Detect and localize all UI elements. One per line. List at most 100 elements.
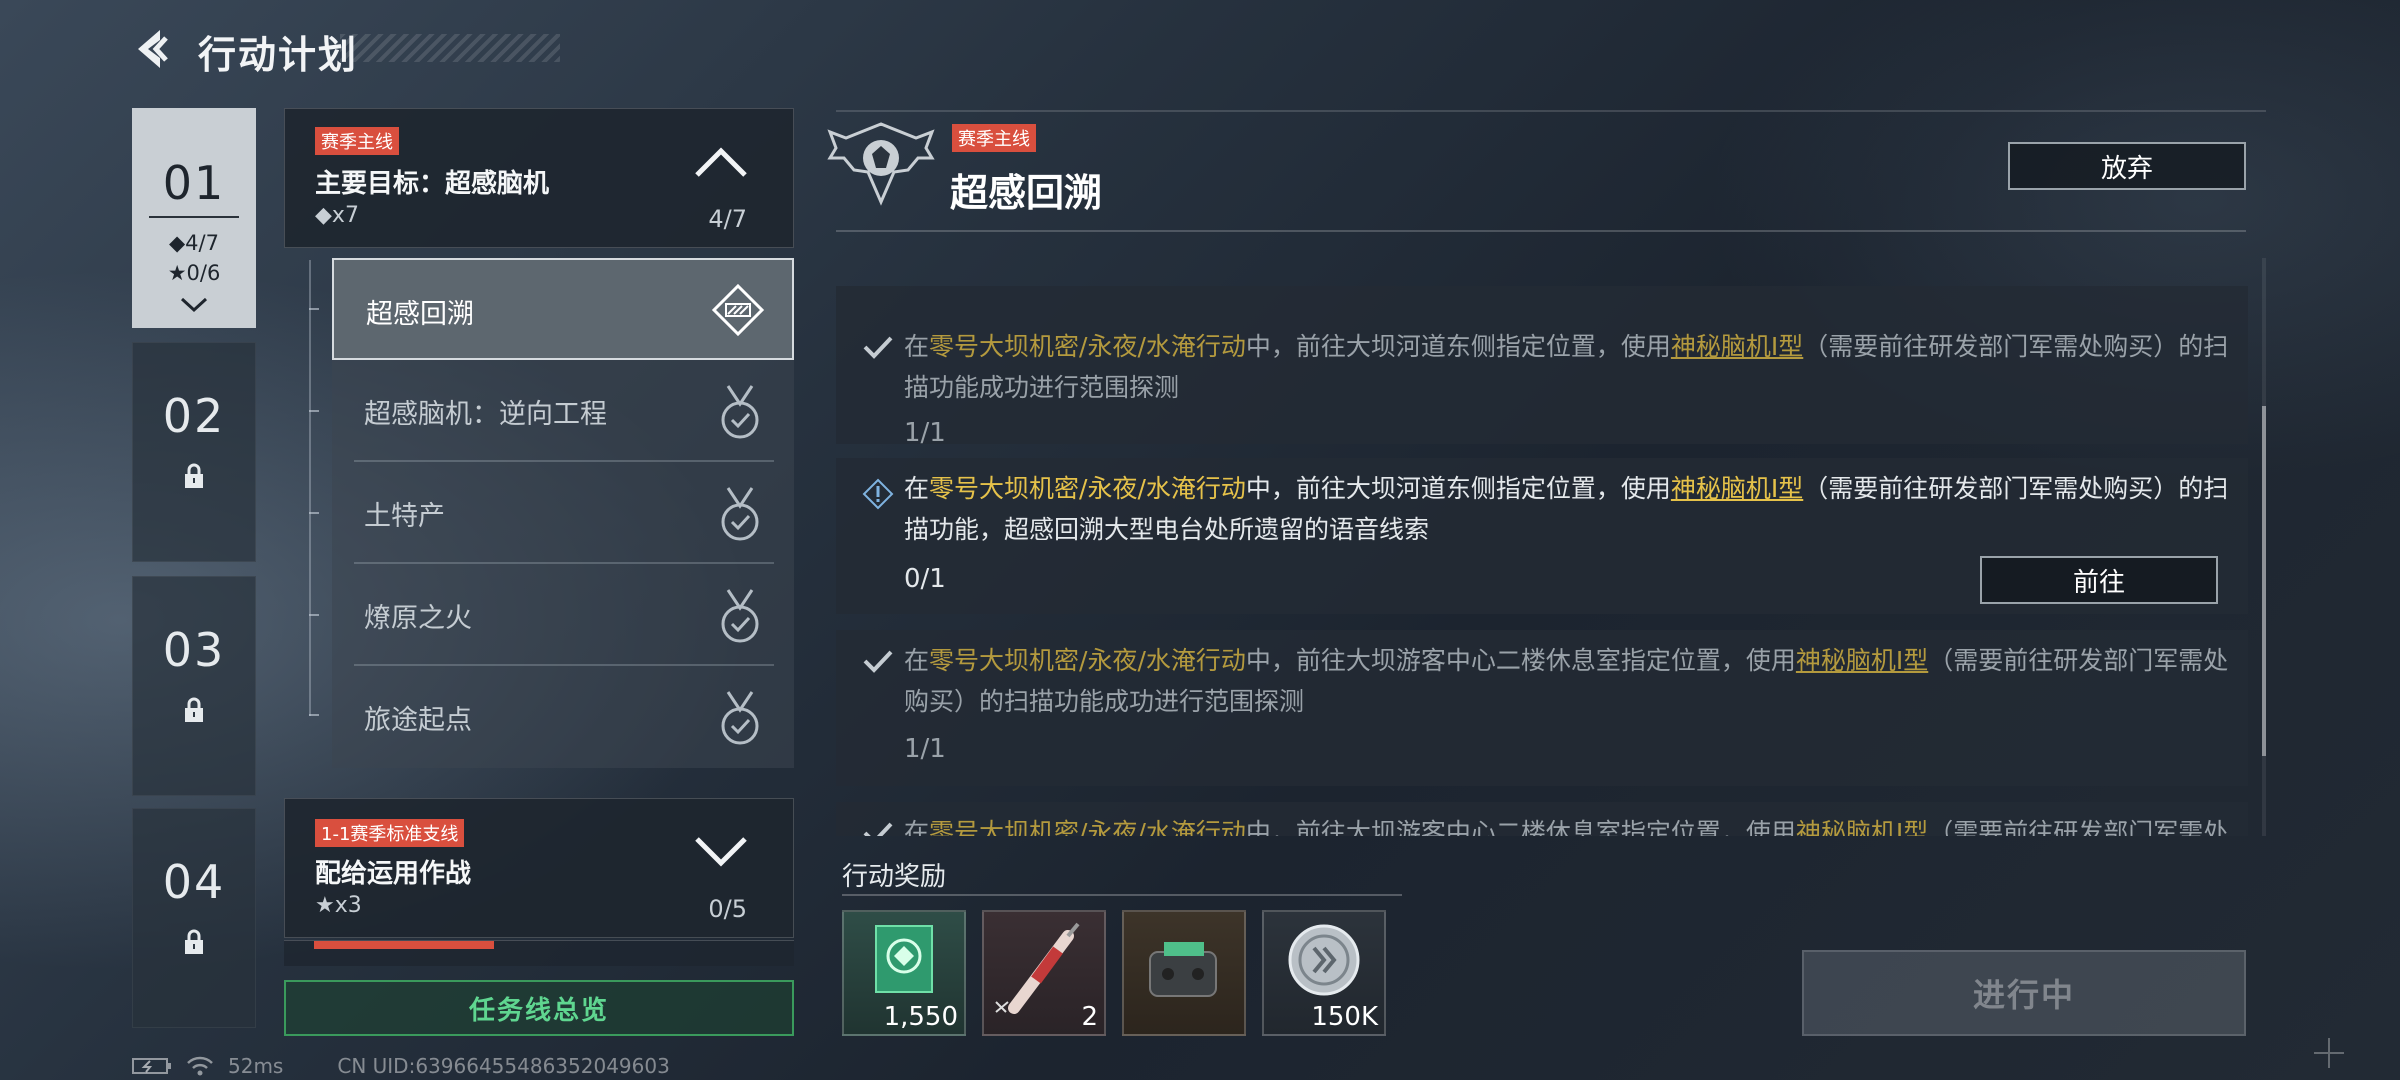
diamond-progress: ◆4/7 [169, 231, 219, 255]
goto-button[interactable]: 前往 [1980, 556, 2218, 604]
task-item: 在零号大坝机密/永夜/水淹行动中，前往大坝河道东侧指定位置，使用神秘脑机Ⅰ型（需… [836, 286, 2248, 448]
page-title: 行动计划 [198, 33, 359, 77]
completed-medal-icon [721, 385, 759, 439]
sub-mission-label: 土特产 [364, 501, 445, 532]
tree-node [309, 714, 319, 716]
sub-mission-label: 超感回溯 [366, 299, 474, 330]
chevron-up-icon[interactable] [693, 145, 749, 179]
tree-node [309, 308, 319, 310]
sub-mission-label: 超感脑机：逆向工程 [364, 399, 607, 430]
lock-icon [185, 463, 203, 488]
chapter-01-tab[interactable]: 01 ◆4/7 ★0/6 [132, 108, 256, 328]
chevron-down-icon[interactable] [693, 835, 749, 869]
reward-item[interactable]: 1,550 [842, 910, 966, 1036]
reward-item[interactable] [1122, 910, 1246, 1036]
user-uid: CN UID:6396645548635204960​3 [337, 1054, 670, 1078]
location-highlight: 零号大坝机密/永夜/水淹行动 [929, 332, 1246, 361]
reward-quantity: 150K [1311, 1002, 1378, 1032]
scrollbar-thumb[interactable] [2262, 406, 2266, 756]
sub-mission-list: 超感回溯 超感脑机：逆向工程 土特产 燎原之火 旅途起点 [332, 258, 794, 768]
sub-mission-item[interactable]: 燎原之火 [332, 564, 794, 666]
divider [842, 894, 1402, 896]
sub-mission-item[interactable]: 超感回溯 [332, 258, 794, 360]
battery-icon [132, 1058, 171, 1074]
mission-detail-title: 超感回溯 [950, 171, 1103, 215]
mission-progress: 0/5 [708, 895, 747, 923]
item-link[interactable]: 神秘脑机Ⅰ型 [1796, 646, 1928, 675]
wifi-icon [187, 1056, 213, 1076]
task-progress: 1/1 [904, 418, 946, 448]
mission-reward-count: ★x3 [315, 893, 362, 918]
chapter-03-tab[interactable]: 03 [132, 576, 256, 796]
completed-medal-icon [721, 589, 759, 643]
checkmark-icon [863, 822, 893, 836]
reward-item[interactable]: 2 [982, 910, 1106, 1036]
task-list[interactable]: 在零号大坝机密/永夜/水淹行动中，前往大坝河道东侧指定位置，使用神秘脑机Ⅰ型（需… [836, 258, 2256, 836]
chapter-02-tab[interactable]: 02 [132, 342, 256, 562]
tree-node [309, 512, 319, 514]
sub-mission-item[interactable]: 旅途起点 [332, 666, 794, 768]
sub-mission-item[interactable]: 超感脑机：逆向工程 [332, 360, 794, 462]
reward-item[interactable]: 150K [1262, 910, 1386, 1036]
location-highlight: 零号大坝机密/永夜/水淹行动 [929, 474, 1246, 503]
sub-mission-item[interactable]: 土特产 [332, 462, 794, 564]
gadget-device-icon [1149, 942, 1217, 997]
mission-progress: 4/7 [708, 205, 747, 233]
mission-tag: 1-1赛季标准支线 [315, 819, 465, 847]
chapter-progress: ◆4/7 ★0/6 [168, 228, 221, 288]
chapter-number: 03 [162, 623, 226, 677]
sub-mission-label: 旅途起点 [364, 705, 472, 736]
reward-quantity: 1,550 [883, 1002, 958, 1032]
tree-node [309, 410, 319, 412]
location-highlight: 零号大坝机密/永夜/水淹行动 [929, 646, 1246, 675]
main-mission-card[interactable]: 赛季主线 主要目标：超感脑机 ◆x7 4/7 [284, 108, 794, 248]
task-item: 在零号大坝机密/永夜/水淹行动中，前往大坝河道东侧指定位置，使用神秘脑机Ⅰ型（需… [836, 458, 2248, 614]
chevron-down-icon [180, 297, 208, 313]
eagle-emblem-icon [827, 122, 935, 206]
chapter-04-tab[interactable]: 04 [132, 808, 256, 1028]
chapter-divider [149, 216, 239, 218]
lock-icon [185, 929, 203, 954]
item-link[interactable]: 神秘脑机Ⅰ型 [1671, 474, 1803, 503]
item-link[interactable]: 神秘脑机Ⅰ型 [1796, 818, 1928, 836]
back-arrow-icon[interactable] [130, 24, 180, 74]
mission-reward-count: ◆x7 [315, 203, 359, 228]
tree-connector [309, 260, 311, 716]
mission-tag: 赛季主线 [952, 124, 1036, 152]
task-progress: 0/1 [904, 564, 946, 594]
in-progress-status-button: 进行中 [1802, 950, 2246, 1036]
sub-mission-label: 燎原之火 [364, 603, 472, 634]
mission-title: 主要目标：超感脑机 [315, 169, 550, 199]
task-item: 在零号大坝机密/永夜/水淹行动中，前往大坝游客中心二楼休息室指定位置，使用神秘脑… [836, 630, 2248, 786]
rewards-title: 行动奖励 [842, 862, 947, 892]
status-bar: 52ms CN UID:6396645548635204960​3 [132, 1054, 670, 1078]
next-mission-card-peek[interactable] [284, 940, 794, 966]
mission-overview-button[interactable]: 任务线总览 [284, 980, 794, 1036]
completed-medal-icon [721, 487, 759, 541]
item-link[interactable]: 神秘脑机Ⅰ型 [1671, 332, 1803, 361]
mission-title: 配给运用作战 [315, 859, 472, 889]
task-description: 在零号大坝机密/永夜/水淹行动中，前往大坝游客中心二楼休息室指定位置，使用神秘脑… [904, 812, 2234, 836]
plus-icon [2314, 1038, 2344, 1068]
checkmark-icon [863, 650, 893, 673]
task-description: 在零号大坝机密/永夜/水淹行动中，前往大坝游客中心二楼休息室指定位置，使用神秘脑… [904, 646, 2229, 716]
green-emblem-box-icon [875, 925, 933, 993]
task-description: 在零号大坝机密/永夜/水淹行动中，前往大坝河道东侧指定位置，使用神秘脑机Ⅰ型（需… [904, 474, 2229, 544]
abandon-button[interactable]: 放弃 [2008, 142, 2246, 190]
title-decoration [340, 34, 560, 62]
ping-value: 52ms [228, 1054, 284, 1078]
completed-medal-icon [721, 691, 759, 745]
location-highlight: 零号大坝机密/永夜/水淹行动 [929, 818, 1246, 836]
mission-tag: 赛季主线 [315, 127, 399, 155]
chapter-number: 02 [162, 389, 226, 443]
branch-mission-card[interactable]: 1-1赛季标准支线 配给运用作战 ★x3 0/5 [284, 798, 794, 938]
divider [836, 110, 2266, 112]
checkmark-icon [863, 336, 893, 359]
divider [836, 230, 2246, 232]
task-progress: 1/1 [904, 734, 946, 764]
reward-quantity: 2 [1081, 1002, 1098, 1032]
alert-diamond-icon [862, 478, 894, 510]
star-progress: ★0/6 [167, 261, 221, 285]
task-item: 在零号大坝机密/永夜/水淹行动中，前往大坝游客中心二楼休息室指定位置，使用神秘脑… [836, 802, 2248, 836]
tree-node [309, 614, 319, 616]
